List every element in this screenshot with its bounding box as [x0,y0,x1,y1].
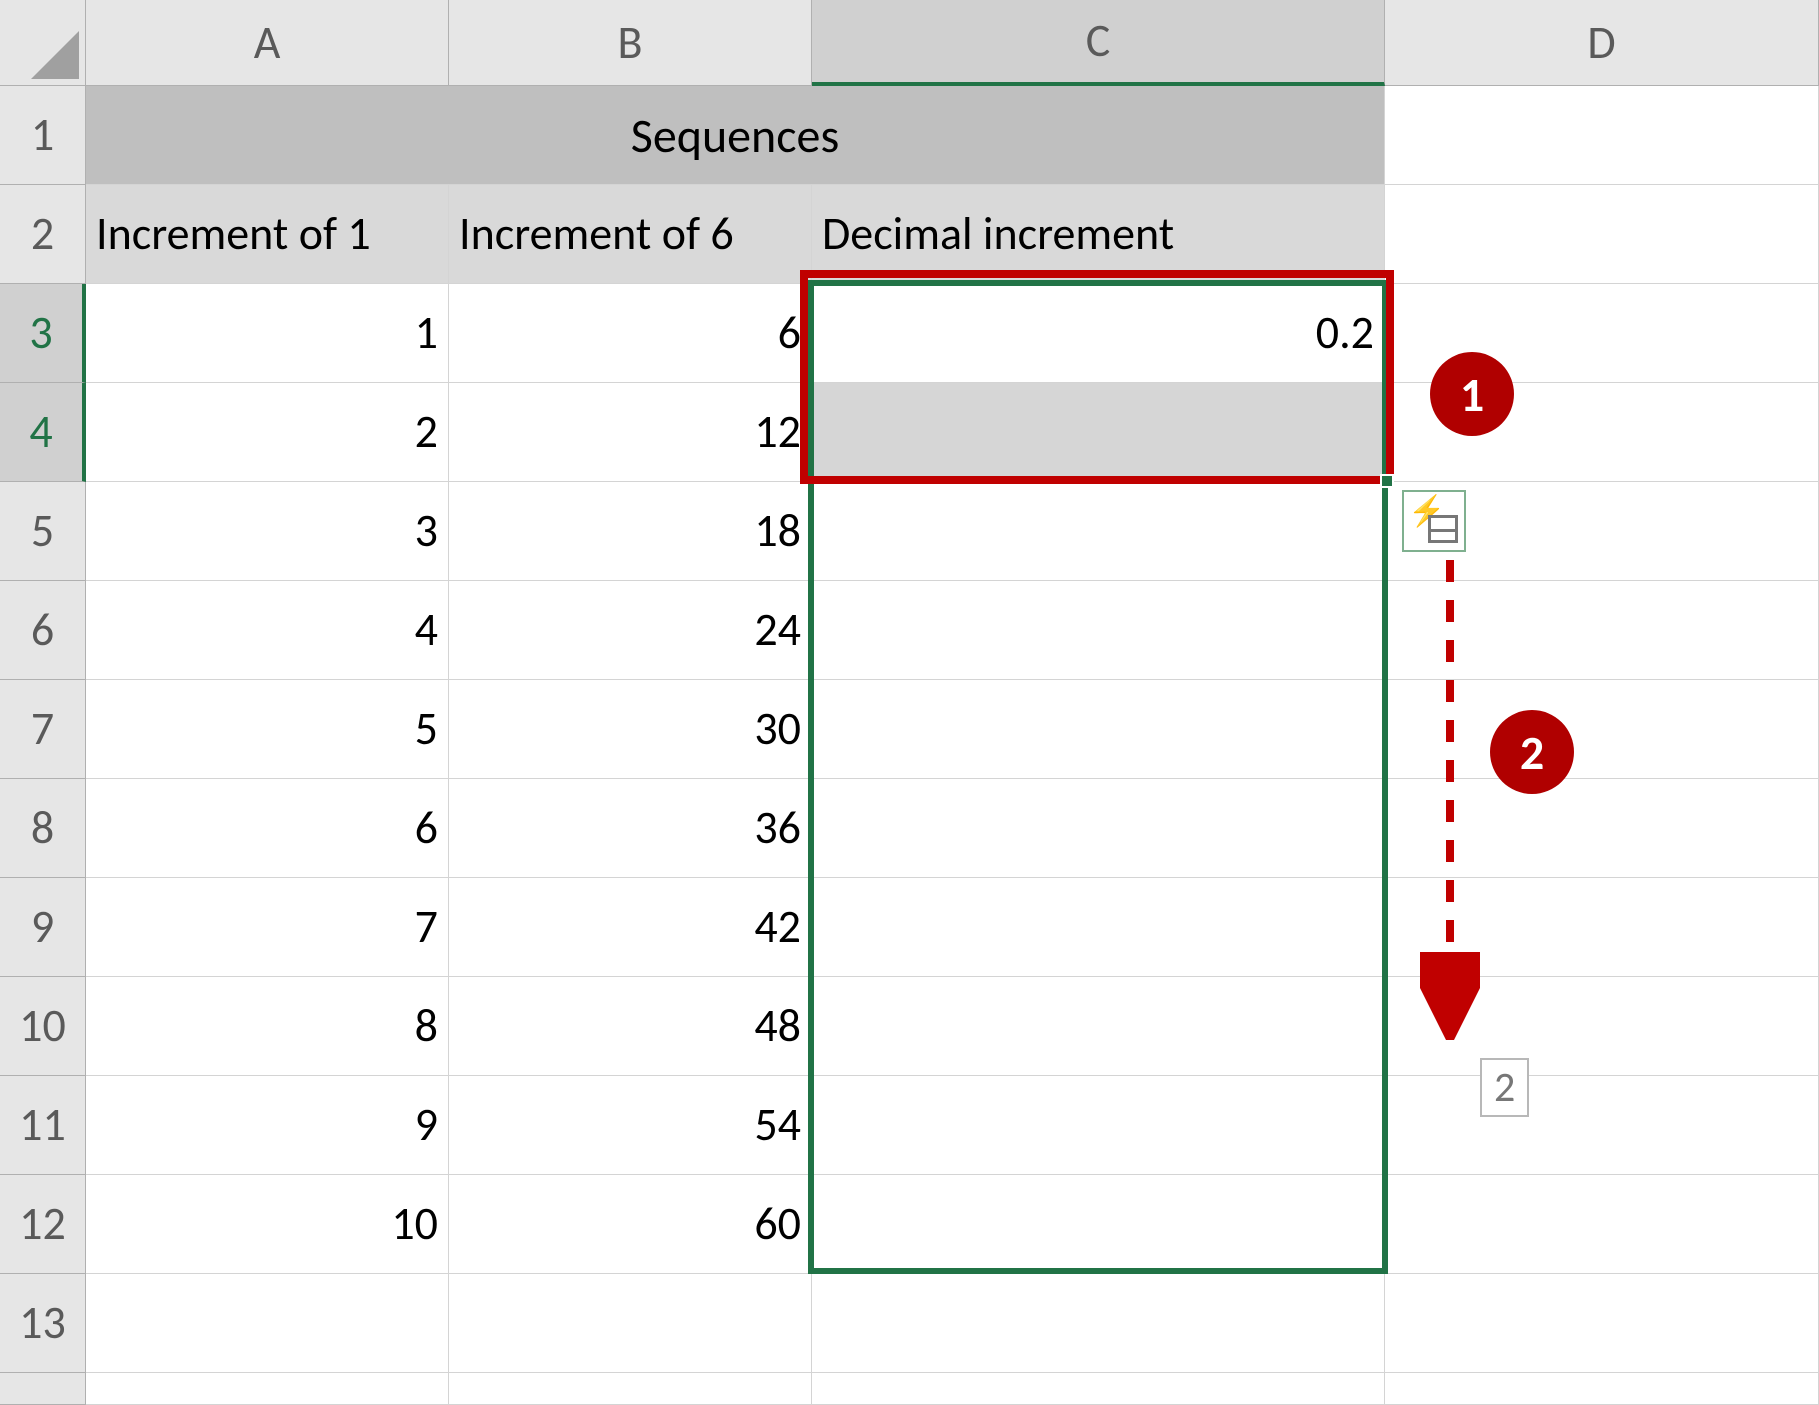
cell-c11[interactable] [812,1076,1385,1175]
row-6: 6 4 24 [0,581,1819,680]
cell-b7[interactable]: 30 [449,680,812,779]
cell-a8[interactable]: 6 [86,779,449,878]
cell-c14[interactable] [812,1373,1385,1405]
cell-d11[interactable] [1385,1076,1819,1175]
row-header-9[interactable]: 9 [0,878,86,977]
cell-c5[interactable] [812,482,1385,581]
cell-b6[interactable]: 24 [449,581,812,680]
cell-c7[interactable] [812,680,1385,779]
cell-b10[interactable]: 48 [449,977,812,1076]
cell-c9[interactable] [812,878,1385,977]
cell-c6[interactable] [812,581,1385,680]
quick-analysis-icon: ⚡ [1412,501,1456,541]
cell-c4[interactable]: 0.4 [812,383,1385,482]
column-header-row: A B C D [0,0,1819,86]
row-header-14[interactable] [0,1373,86,1405]
callout-1-label: 1 [1460,365,1484,424]
cell-a3[interactable]: 1 [86,284,449,383]
cell-d12[interactable] [1385,1175,1819,1274]
row-header-10[interactable]: 10 [0,977,86,1076]
row-header-12[interactable]: 12 [0,1175,86,1274]
select-all-corner[interactable] [0,0,86,86]
row-header-11[interactable]: 11 [0,1076,86,1175]
cell-a14[interactable] [86,1373,449,1405]
row-8: 8 6 36 [0,779,1819,878]
drag-arrow-icon [1420,560,1480,1040]
header-c[interactable]: Decimal increment [812,185,1385,284]
row-header-6[interactable]: 6 [0,581,86,680]
row-12: 12 10 60 [0,1175,1819,1274]
column-header-d[interactable]: D [1385,0,1819,86]
row-5: 5 3 18 [0,482,1819,581]
drag-tooltip-value: 2 [1494,1062,1515,1113]
cell-a10[interactable]: 8 [86,977,449,1076]
cell-b5[interactable]: 18 [449,482,812,581]
cell-a13[interactable] [86,1274,449,1373]
cell-b9[interactable]: 42 [449,878,812,977]
cell-d13[interactable] [1385,1274,1819,1373]
row-header-2[interactable]: 2 [0,185,86,284]
row-13: 13 [0,1274,1819,1373]
cell-b8[interactable]: 36 [449,779,812,878]
cell-a12[interactable]: 10 [86,1175,449,1274]
row-10: 10 8 48 [0,977,1819,1076]
row-14 [0,1373,1819,1405]
fill-handle[interactable] [1380,474,1394,488]
cell-d14[interactable] [1385,1373,1819,1405]
cell-b3[interactable]: 6 [449,284,812,383]
cell-a9[interactable]: 7 [86,878,449,977]
row-4: 4 2 12 0.4 [0,383,1819,482]
spreadsheet: A B C D 1 Sequences 2 Increment of 1 Inc… [0,0,1819,1405]
cell-c8[interactable] [812,779,1385,878]
cell-b13[interactable] [449,1274,812,1373]
row-header-13[interactable]: 13 [0,1274,86,1373]
cell-a7[interactable]: 5 [86,680,449,779]
header-b[interactable]: Increment of 6 [449,185,812,284]
row-3: 3 1 6 0.2 [0,284,1819,383]
row-header-5[interactable]: 5 [0,482,86,581]
callout-1: 1 [1430,352,1514,436]
row-header-1[interactable]: 1 [0,86,86,185]
cell-b4[interactable]: 12 [449,383,812,482]
column-header-b[interactable]: B [449,0,812,86]
row-11: 11 9 54 [0,1076,1819,1175]
row-9: 9 7 42 [0,878,1819,977]
drag-tooltip: 2 [1480,1058,1529,1117]
row-2: 2 Increment of 1 Increment of 6 Decimal … [0,185,1819,284]
cell-a5[interactable]: 3 [86,482,449,581]
cell-b12[interactable]: 60 [449,1175,812,1274]
row-1: 1 Sequences [0,86,1819,185]
cell-a11[interactable]: 9 [86,1076,449,1175]
cell-c10[interactable] [812,977,1385,1076]
cell-b11[interactable]: 54 [449,1076,812,1175]
cell-c3[interactable]: 0.2 [812,284,1385,383]
title-cell[interactable]: Sequences [86,86,1385,185]
cell-a4[interactable]: 2 [86,383,449,482]
row-header-8[interactable]: 8 [0,779,86,878]
cell-d2[interactable] [1385,185,1819,284]
grid-icon [1428,515,1458,543]
cell-d1[interactable] [1385,86,1819,185]
quick-analysis-button[interactable]: ⚡ [1402,490,1466,552]
cell-c13[interactable] [812,1274,1385,1373]
row-header-3[interactable]: 3 [0,284,86,383]
callout-2-label: 2 [1520,723,1544,782]
cell-b14[interactable] [449,1373,812,1405]
column-header-c[interactable]: C [812,0,1385,86]
cell-c12[interactable] [812,1175,1385,1274]
row-header-4[interactable]: 4 [0,383,86,482]
cell-a6[interactable]: 4 [86,581,449,680]
column-header-a[interactable]: A [86,0,449,86]
row-header-7[interactable]: 7 [0,680,86,779]
callout-2: 2 [1490,710,1574,794]
header-a[interactable]: Increment of 1 [86,185,449,284]
